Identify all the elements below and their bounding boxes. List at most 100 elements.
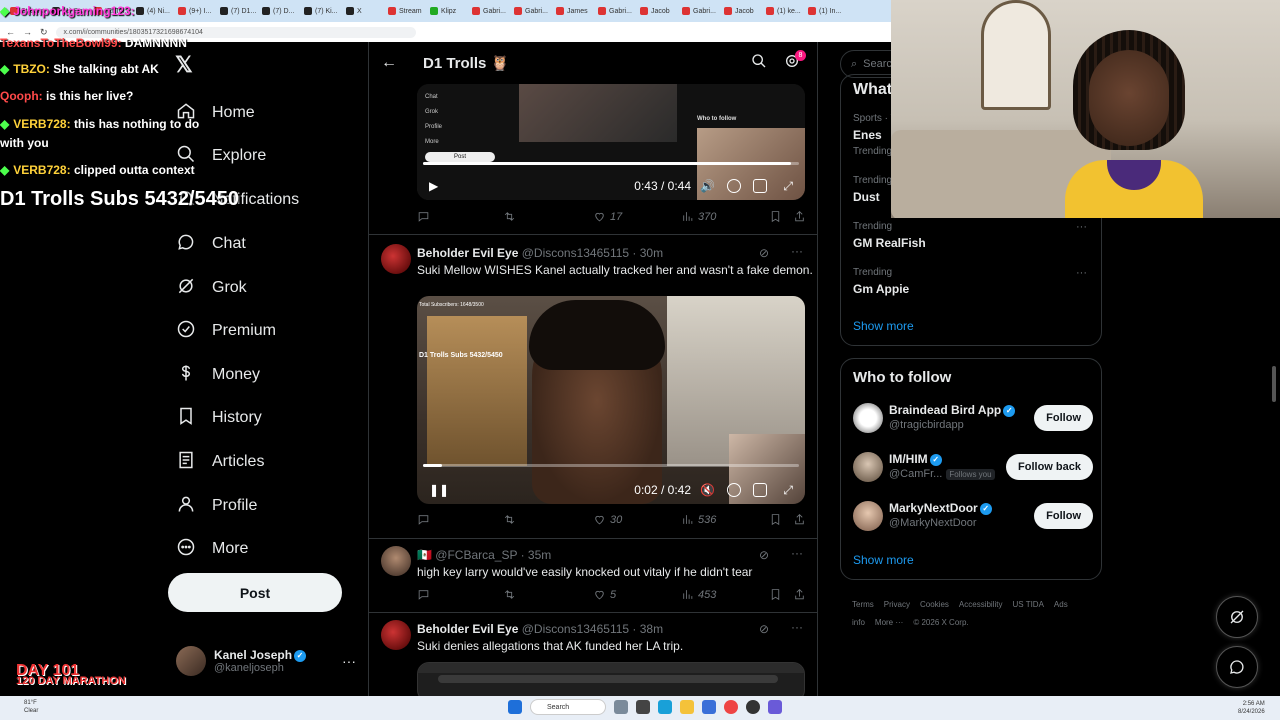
footer-link[interactable]: Privacy — [884, 600, 910, 609]
follow-back-button[interactable]: Follow back — [1006, 454, 1093, 480]
community-icon[interactable]: ⊘ — [759, 622, 769, 636]
fullscreen-icon[interactable]: ⤢ — [783, 179, 793, 194]
nav-item-articles[interactable]: Articles — [176, 448, 264, 476]
show-more-link[interactable]: Show more — [853, 553, 914, 567]
pause-icon[interactable]: ❚❚ — [429, 483, 449, 497]
reply-icon[interactable] — [417, 588, 434, 601]
share-icon[interactable] — [793, 513, 806, 526]
grok-icon[interactable] — [1216, 596, 1258, 638]
video-player[interactable] — [417, 662, 805, 696]
browser-tab[interactable]: (1) ke... — [762, 3, 804, 19]
footer-link[interactable]: © 2026 X Corp. — [913, 618, 968, 627]
footer-link[interactable]: More ··· — [875, 618, 903, 627]
community-icon[interactable]: ⊘ — [759, 246, 769, 260]
play-icon[interactable]: ▶ — [429, 179, 438, 193]
browser-tab[interactable]: (7) Ki... — [300, 3, 342, 19]
nav-item-premium[interactable]: Premium — [176, 317, 276, 345]
browser-tab[interactable]: X — [342, 3, 384, 19]
community-icon[interactable]: ⊘ — [759, 548, 769, 562]
task-view-icon[interactable] — [636, 700, 650, 714]
nav-item-grok[interactable]: Grok — [176, 274, 247, 302]
post-button[interactable]: Post — [168, 573, 342, 612]
avatar[interactable] — [381, 546, 411, 576]
nav-item-money[interactable]: Money — [176, 361, 260, 389]
footer-link[interactable]: Cookies — [920, 600, 949, 609]
x-logo[interactable]: 𝕏 — [175, 52, 193, 78]
video-progress[interactable] — [423, 162, 799, 165]
browser-tab[interactable]: Stream — [384, 3, 426, 19]
reply-icon[interactable] — [417, 210, 434, 223]
weather-widget[interactable]: 81°F Clear — [24, 699, 38, 715]
fullscreen-icon[interactable]: ⤢ — [783, 483, 793, 498]
avatar[interactable] — [381, 620, 411, 650]
browser-tab[interactable]: Gabri... — [510, 3, 552, 19]
browser-tab[interactable]: (4) Ni... — [132, 3, 174, 19]
browser-tab[interactable]: (1) In... — [804, 3, 846, 19]
share-icon[interactable] — [793, 588, 806, 601]
nav-item-more[interactable]: More — [176, 535, 248, 563]
browser-tab[interactable]: Jacob — [720, 3, 762, 19]
browser-tab[interactable]: Gabri... — [468, 3, 510, 19]
browser-tab[interactable]: (7) D1... — [216, 3, 258, 19]
back-arrow-icon[interactable]: ← — [381, 54, 397, 72]
nav-item-chat[interactable]: Chat — [176, 230, 246, 258]
app-icon[interactable] — [702, 700, 716, 714]
like-icon[interactable]: 17 — [593, 210, 622, 223]
browser-tab[interactable]: Klipz — [426, 3, 468, 19]
follow-suggestion[interactable]: IM/HIM ✓ @CamFr... Follows you Follow back — [853, 450, 1093, 484]
views-icon[interactable]: 453 — [681, 588, 716, 601]
widgets-icon[interactable] — [614, 700, 628, 714]
obs-icon[interactable] — [746, 700, 760, 714]
mute-icon[interactable]: 🔇 — [700, 483, 715, 497]
search-icon[interactable] — [751, 53, 767, 74]
more-dots-icon[interactable]: ··· — [791, 620, 803, 634]
footer-link[interactable]: Terms — [852, 600, 874, 609]
follow-suggestion[interactable]: Braindead Bird App ✓ @tragicbirdapp Follo… — [853, 401, 1093, 435]
bookmark-icon[interactable] — [769, 588, 782, 601]
video-player[interactable]: Total Subscribers: 1648/3500 D1 Trolls S… — [417, 296, 805, 504]
edge-icon[interactable] — [658, 700, 672, 714]
views-icon[interactable]: 370 — [681, 210, 716, 223]
pip-icon[interactable] — [753, 483, 767, 497]
repost-icon[interactable] — [503, 210, 520, 223]
like-icon[interactable]: 30 — [593, 513, 622, 526]
trend-item[interactable]: Trending Gm Appie ··· — [853, 267, 1093, 296]
account-switcher[interactable]: Kanel Joseph ✓ @kaneljoseph ··· — [176, 646, 356, 676]
footer-link[interactable]: US TIDA — [1013, 600, 1044, 609]
pip-icon[interactable] — [753, 179, 767, 193]
discord-icon[interactable] — [768, 700, 782, 714]
more-dots-icon[interactable]: ··· — [1076, 267, 1087, 279]
settings-icon[interactable] — [727, 483, 741, 497]
settings-icon[interactable] — [727, 179, 741, 193]
nav-item-history[interactable]: History — [176, 404, 262, 432]
start-icon[interactable] — [508, 700, 522, 714]
views-icon[interactable]: 536 — [681, 513, 716, 526]
browser-tab[interactable]: James — [552, 3, 594, 19]
browser-tab[interactable]: Jacob — [636, 3, 678, 19]
share-icon[interactable] — [793, 210, 806, 223]
video-player[interactable]: Chat Grok Profile More Post Who to follo… — [417, 84, 805, 200]
trend-item[interactable]: Trending GM RealFish ··· — [853, 221, 1093, 250]
follow-button[interactable]: Follow — [1034, 503, 1093, 529]
follow-button[interactable]: Follow — [1034, 405, 1093, 431]
video-progress[interactable] — [423, 464, 799, 467]
more-dots-icon[interactable]: ··· — [342, 653, 356, 669]
scrollbar[interactable] — [1272, 366, 1276, 402]
browser-tab[interactable]: (9+) I... — [174, 3, 216, 19]
avatar[interactable] — [381, 244, 411, 274]
like-icon[interactable]: 5 — [593, 588, 616, 601]
chat-icon[interactable] — [1216, 646, 1258, 688]
show-more-link[interactable]: Show more — [853, 319, 914, 333]
browser-tab[interactable]: Gabri... — [678, 3, 720, 19]
bookmark-icon[interactable] — [769, 513, 782, 526]
more-dots-icon[interactable]: ··· — [791, 546, 803, 560]
taskbar-search[interactable]: Search — [530, 699, 606, 715]
more-dots-icon[interactable]: ··· — [791, 244, 803, 258]
volume-icon[interactable]: 🔊 — [700, 179, 715, 193]
browser-tab[interactable]: (7) D... — [258, 3, 300, 19]
browser-tab[interactable]: Gabri... — [594, 3, 636, 19]
repost-icon[interactable] — [503, 588, 520, 601]
nav-item-profile[interactable]: Profile — [176, 492, 257, 520]
bookmark-icon[interactable] — [769, 210, 782, 223]
footer-link[interactable]: Accessibility — [959, 600, 1003, 609]
